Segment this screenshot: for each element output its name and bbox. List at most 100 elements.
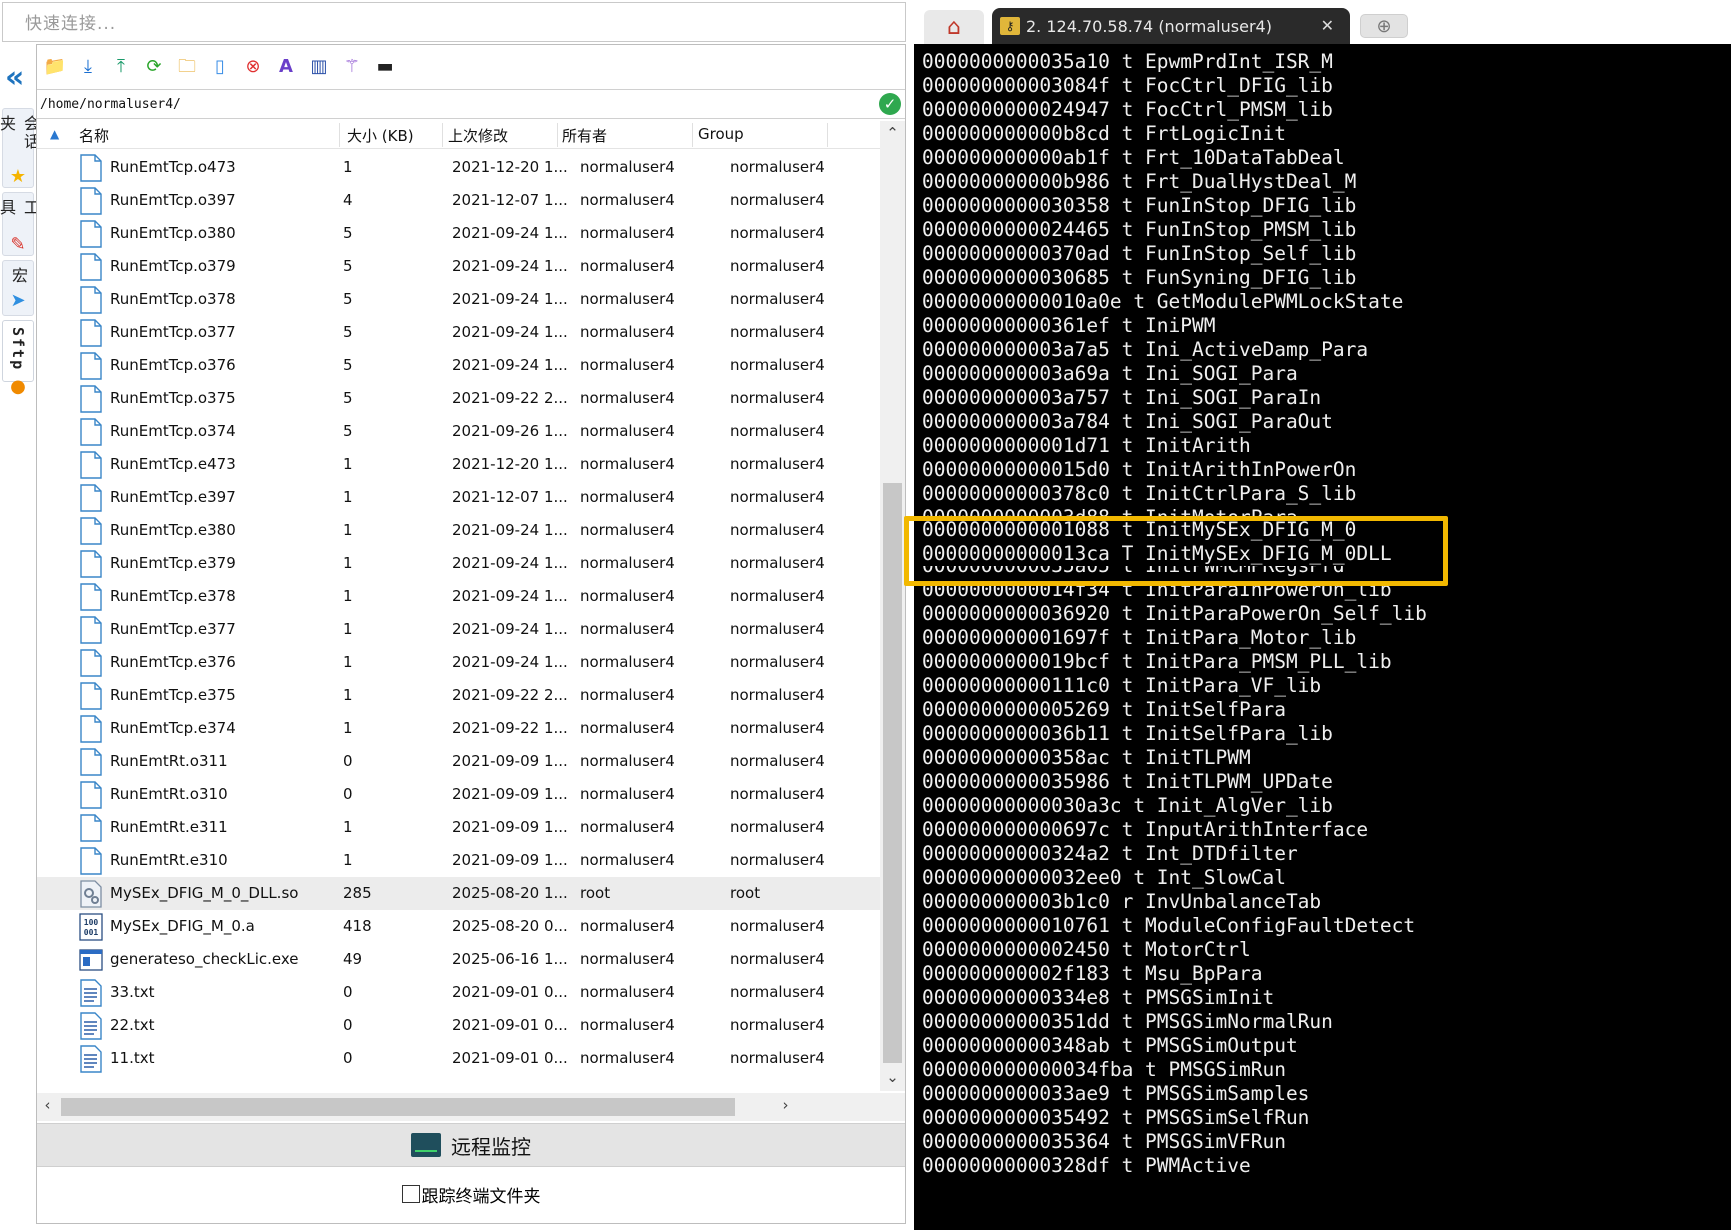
file-group: normaluser4 — [730, 158, 825, 176]
collapse-icon[interactable]: « — [5, 63, 31, 93]
file-row[interactable]: 11.txt 0 2021-09-01 0... normaluser4 normalu… — [37, 1042, 882, 1075]
file-row[interactable]: 100 001 MySEx_DFIG_M_0.a 418 2025-08-20 0...… — [37, 910, 882, 943]
quick-connect-input[interactable]: 快速连接... — [2, 2, 906, 42]
scrollbar-thumb[interactable] — [883, 483, 902, 1063]
file-row[interactable]: RunEmtTcp.e378 1 2021-09-24 1... normaluser… — [37, 580, 882, 613]
terminal-output: 0000000000035a10 t EpwmPrdInt_ISR_M 00000… — [922, 50, 1427, 1178]
file-group: normaluser4 — [730, 653, 825, 671]
column-header-size[interactable]: 大小 (KB) — [347, 125, 414, 146]
file-group: normaluser4 — [730, 620, 825, 638]
file-row[interactable]: RunEmtRt.o311 0 2021-09-09 1... normaluser4… — [37, 745, 882, 778]
rename-icon[interactable]: A — [274, 55, 298, 79]
terminal-line: 0000000000001d71 t InitArith — [922, 434, 1251, 457]
file-row[interactable]: RunEmtTcp.e377 1 2021-09-24 1... normaluser… — [37, 613, 882, 646]
file-owner: normaluser4 — [580, 488, 675, 506]
file-row[interactable]: RunEmtTcp.o374 5 2021-09-26 1... normaluser… — [37, 415, 882, 448]
file-owner: normaluser4 — [580, 389, 675, 407]
terminal-icon[interactable]: ▬ — [373, 55, 397, 79]
scroll-right-icon[interactable]: › — [777, 1097, 794, 1114]
file-size: 1 — [343, 455, 353, 473]
file-owner: normaluser4 — [580, 851, 675, 869]
track-terminal-folder: 跟踪终端文件夹 — [37, 1180, 905, 1208]
file-row[interactable]: RunEmtTcp.e473 1 2021-12-20 1... normaluser… — [37, 448, 882, 481]
file-rows: RunEmtTcp.o473 1 2021-12-20 1... normaluser… — [37, 151, 882, 1075]
rail-tab-macro[interactable]: 宏 ➤ — [2, 260, 34, 316]
session-tab[interactable]: ⚷ 2. 124.70.58.74 (normaluser4) ✕ — [992, 8, 1350, 44]
file-row[interactable]: RunEmtTcp.e379 1 2021-09-24 1... normaluser… — [37, 547, 882, 580]
close-icon[interactable]: ✕ — [1321, 16, 1334, 35]
file-row[interactable]: RunEmtTcp.e397 1 2021-12-07 1... normaluser… — [37, 481, 882, 514]
check-icon[interactable]: ✓ — [879, 93, 901, 115]
file-row[interactable]: 33.txt 0 2021-09-01 0... normaluser4 normalu… — [37, 976, 882, 1009]
rail-tab-sftp[interactable]: Sftp ● — [2, 320, 34, 397]
terminal[interactable]: 0000000000035a10 t EpwmPrdInt_ISR_M 00000… — [914, 44, 1731, 1230]
file-row[interactable]: RunEmtRt.o310 0 2021-09-09 1... normaluser4… — [37, 778, 882, 811]
delete-icon[interactable]: ⊗ — [241, 55, 265, 79]
file-size: 5 — [343, 290, 353, 308]
file-row[interactable]: MySEx_DFIG_M_0_DLL.so 285 2025-08-20 1... r… — [37, 877, 882, 910]
file-row[interactable]: RunEmtTcp.e376 1 2021-09-24 1... normaluser… — [37, 646, 882, 679]
remote-monitor-button[interactable]: 远程监控 — [37, 1123, 905, 1167]
rail-tab-tools[interactable]: 工具 ✎ — [0, 192, 40, 256]
terminal-line: 00000000000358ac t InitTLPWM — [922, 746, 1251, 769]
scroll-down-icon[interactable]: ⌄ — [884, 1069, 901, 1086]
home-tab[interactable]: ⌂ — [924, 10, 984, 44]
sort-ascending-icon[interactable]: ▲ — [50, 127, 59, 141]
file-row[interactable]: RunEmtTcp.e375 1 2021-09-22 2... normaluser… — [37, 679, 882, 712]
terminal-line: 000000000003a757 t Ini_SOGI_ParaIn — [922, 386, 1322, 409]
terminal-line: 00000000000351dd t PMSGSimNormalRun — [922, 1010, 1333, 1033]
column-header-modified[interactable]: 上次修改 — [448, 125, 508, 146]
file-row[interactable]: RunEmtTcp.o377 5 2021-09-24 1... normaluser… — [37, 316, 882, 349]
scrollbar-thumb[interactable] — [61, 1098, 735, 1116]
file-row[interactable]: RunEmtTcp.o473 1 2021-12-20 1... normaluser… — [37, 151, 882, 184]
download-icon[interactable]: ⤓ — [76, 55, 100, 79]
terminal-line: 0000000000024947 t FocCtrl_PMSM_lib — [922, 98, 1333, 121]
file-icon — [79, 682, 103, 710]
file-row[interactable]: RunEmtTcp.e380 1 2021-09-24 1... normaluser… — [37, 514, 882, 547]
terminal-line: 00000000000111c0 t InitPara_VF_lib — [922, 674, 1322, 697]
file-row[interactable]: RunEmtTcp.o378 5 2021-09-24 1... normaluser… — [37, 283, 882, 316]
new-tab-button[interactable]: ⊕ — [1360, 14, 1408, 38]
scroll-up-icon[interactable]: ⌃ — [884, 125, 901, 142]
upload-icon[interactable]: ⤒ — [109, 55, 133, 79]
text-file-icon — [79, 1012, 103, 1040]
file-owner: normaluser4 — [580, 422, 675, 440]
terminal-line: 0000000000019bcf t InitPara_PMSM_PLL_lib — [922, 650, 1392, 673]
new-folder-icon[interactable]: 🗀 — [175, 55, 199, 79]
file-size: 1 — [343, 158, 353, 176]
magic-wand-icon[interactable]: ⚚ — [340, 55, 364, 79]
file-row[interactable]: RunEmtTcp.o375 5 2021-09-22 2... normaluser… — [37, 382, 882, 415]
file-row[interactable]: RunEmtTcp.o379 5 2021-09-24 1... normaluser… — [37, 250, 882, 283]
file-row[interactable]: RunEmtTcp.e374 1 2021-09-22 1... normaluser… — [37, 712, 882, 745]
new-file-icon[interactable]: ▯ — [208, 55, 232, 79]
file-owner: normaluser4 — [580, 257, 675, 275]
path-input[interactable]: /home/normaluser4/ — [37, 97, 879, 112]
file-name: RunEmtTcp.e376 — [110, 653, 236, 671]
file-modified: 2021-09-24 1... — [452, 653, 568, 671]
refresh-icon[interactable]: ⟳ — [142, 55, 166, 79]
terminal-line: 0000000000033ae9 t PMSGSimSamples — [922, 1082, 1310, 1105]
column-header-name[interactable]: 名称 — [79, 125, 109, 146]
terminal-line: 00000000000032ee0 t Int_SlowCal — [922, 866, 1286, 889]
rail-tab-sessions[interactable]: 会话夹 ★ — [0, 108, 40, 188]
horizontal-scrollbar[interactable]: ‹ › — [37, 1093, 905, 1121]
file-row[interactable]: RunEmtRt.e310 1 2021-09-09 1... normaluser4… — [37, 844, 882, 877]
column-header-owner[interactable]: 所有者 — [562, 125, 607, 146]
vertical-scrollbar[interactable]: ⌃ ⌄ — [880, 121, 905, 1091]
file-row[interactable]: RunEmtTcp.o380 5 2021-09-24 1... normaluser… — [37, 217, 882, 250]
file-row[interactable]: 22.txt 0 2021-09-01 0... normaluser4 normalu… — [37, 1009, 882, 1042]
file-row[interactable]: generateso_checkLic.exe 49 2025-06-16 1...… — [37, 943, 882, 976]
terminal-line: 0000000000014f34 t InitParaInPowerOn_lib — [922, 578, 1392, 601]
parent-folder-icon[interactable]: 📁 — [43, 55, 67, 79]
properties-icon[interactable]: ▥ — [307, 55, 331, 79]
file-size: 49 — [343, 950, 363, 968]
column-header-group[interactable]: Group — [698, 125, 744, 143]
file-row[interactable]: RunEmtTcp.o376 5 2021-09-24 1... normaluser… — [37, 349, 882, 382]
file-row[interactable]: RunEmtRt.e311 1 2021-09-09 1... normaluser4… — [37, 811, 882, 844]
file-size: 1 — [343, 620, 353, 638]
scroll-left-icon[interactable]: ‹ — [39, 1097, 56, 1114]
track-terminal-folder-checkbox[interactable] — [401, 1185, 420, 1203]
terminal-line: 00000000000370ad t FunInStop_Self_lib — [922, 242, 1357, 265]
file-row[interactable]: RunEmtTcp.o397 4 2021-12-07 1... normaluser… — [37, 184, 882, 217]
file-name: RunEmtTcp.e397 — [110, 488, 236, 506]
